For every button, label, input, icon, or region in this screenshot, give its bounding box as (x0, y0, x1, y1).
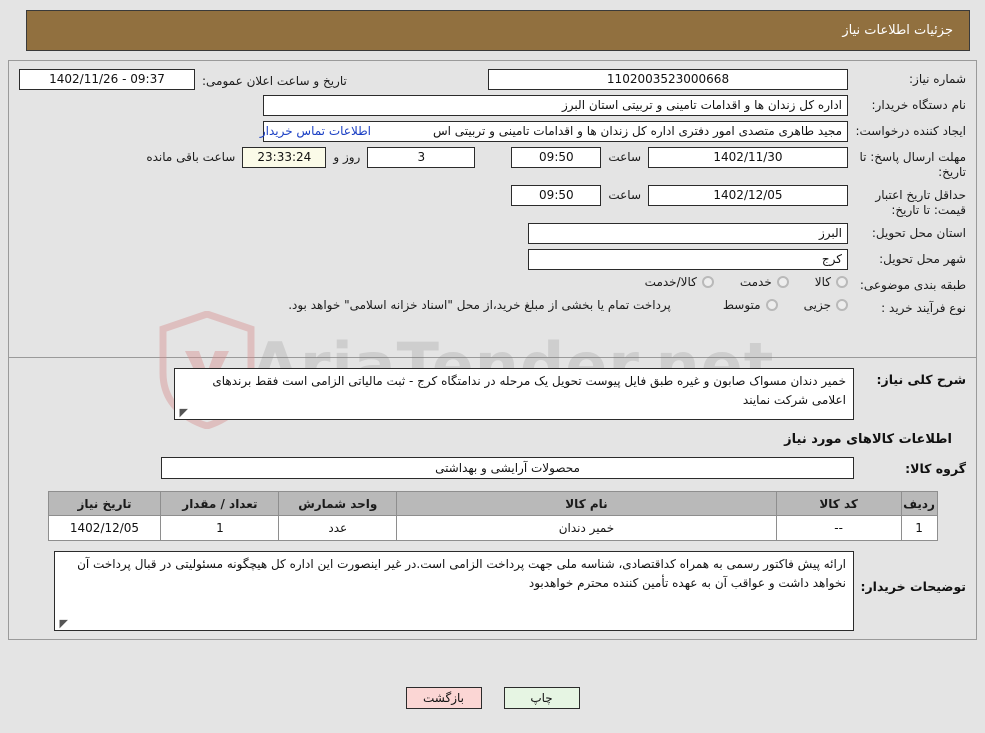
response-time-label: ساعت (608, 150, 641, 164)
goods-info-section: شرح کلی نیاز: خمیر دندان مسواک صابون و غ… (9, 357, 976, 639)
cell-qty: 1 (160, 515, 280, 541)
response-deadline-time: 09:50 (511, 147, 602, 168)
province-value: البرز (528, 223, 848, 244)
resize-handle-icon[interactable]: ◤ (57, 618, 68, 629)
buyer-org-value: اداره کل زندان ها و اقدامات تامینی و ترب… (263, 95, 848, 116)
row-price-validity: حداقل تاریخ اعتبار قیمت: تا تاریخ: 1402/… (19, 185, 966, 218)
process-radio-motevaset[interactable]: متوسط (723, 298, 778, 312)
row-province: استان محل تحویل: البرز (19, 223, 966, 244)
category-option-0-label: کالا (814, 275, 831, 289)
category-radio-group: کالا خدمت کالا/خدمت (619, 275, 848, 289)
cell-name: خمیر دندان (396, 515, 777, 541)
row-creator: ایجاد کننده درخواست: مجید طاهری متصدی ام… (19, 121, 966, 142)
row-city: شهر محل تحویل: کرج (19, 249, 966, 270)
cell-code: -- (775, 515, 902, 541)
category-option-2-label: کالا/خدمت (644, 275, 697, 289)
table-header-row: ردیف کد کالا نام کالا واحد شمارش تعداد /… (47, 491, 938, 516)
remaining-days-value: 3 (367, 147, 476, 168)
buyer-notes-label: توضیحات خریدار: (860, 579, 966, 594)
print-button[interactable]: چاپ (503, 687, 580, 709)
remaining-suffix-label: ساعت باقی مانده (146, 150, 236, 164)
price-validity-time: 09:50 (511, 185, 602, 206)
need-number-value: 1102003523000668 (488, 69, 848, 90)
footer-buttons: چاپ بازگشت (0, 687, 985, 709)
th-radif: ردیف (900, 491, 938, 516)
radio-circle-icon (836, 299, 848, 311)
description-textarea[interactable]: خمیر دندان مسواک صابون و غیره طبق فایل پ… (174, 368, 854, 420)
row-need-number: شماره نیاز: 1102003523000668 تاریخ و ساع… (19, 69, 966, 90)
need-info-section: AriaTender.net شماره نیاز: 1102003523000… (9, 61, 976, 429)
remaining-time-countdown: 23:33:24 (242, 147, 327, 168)
response-deadline-label: مهلت ارسال پاسخ: تا تاریخ: (859, 150, 966, 179)
page-header: جزئیات اطلاعات نیاز (26, 10, 970, 51)
creator-label: ایجاد کننده درخواست: (855, 124, 966, 138)
announce-group: تاریخ و ساعت اعلان عمومی: 09:37 - 1402/1… (19, 69, 354, 90)
th-qty: تعداد / مقدار (160, 491, 280, 516)
main-panel: AriaTender.net شماره نیاز: 1102003523000… (8, 60, 977, 640)
goods-group-value: محصولات آرایشی و بهداشتی (161, 457, 854, 479)
th-unit: واحد شمارش (278, 491, 398, 516)
buyer-notes-textarea[interactable]: ارائه پیش فاکتور رسمی به همراه کداقتصادی… (54, 551, 854, 631)
price-validity-time-label: ساعت (608, 188, 641, 202)
announce-label: تاریخ و ساعت اعلان عمومی: (202, 74, 347, 88)
category-label: طبقه بندی موضوعی: (859, 278, 966, 292)
tender-detail-page: جزئیات اطلاعات نیاز AriaTender.net شماره… (0, 0, 985, 733)
process-note: پرداخت تمام یا بخشی از مبلغ خرید،از محل … (288, 298, 671, 312)
row-buyer-notes: توضیحات خریدار: ارائه پیش فاکتور رسمی به… (19, 551, 966, 631)
goods-table: ردیف کد کالا نام کالا واحد شمارش تعداد /… (47, 491, 938, 541)
description-label: شرح کلی نیاز: (876, 372, 966, 387)
th-name: نام کالا (396, 491, 777, 516)
buyer-org-label: نام دستگاه خریدار: (871, 98, 967, 112)
resize-handle-icon[interactable]: ◤ (177, 407, 188, 418)
radio-circle-icon (776, 276, 789, 288)
category-radio-kala-khadamat[interactable]: کالا/خدمت (645, 275, 714, 289)
th-date: تاریخ نیاز (47, 491, 162, 516)
cell-unit: عدد (278, 515, 398, 541)
need-number-label: شماره نیاز: (909, 72, 966, 86)
days-and-label: روز و (333, 150, 361, 164)
row-goods-group: گروه کالا: محصولات آرایشی و بهداشتی (19, 457, 966, 479)
price-validity-date: 1402/12/05 (648, 185, 848, 206)
buyer-notes-value: ارائه پیش فاکتور رسمی به همراه کداقتصادی… (77, 557, 846, 590)
row-process-type: نوع فرآیند خرید : جزیی متوسط پرداخت تمام… (19, 298, 966, 316)
radio-circle-icon (836, 276, 848, 288)
city-value: کرج (528, 249, 848, 270)
back-button[interactable]: بازگشت (405, 687, 482, 709)
province-label: استان محل تحویل: (871, 226, 966, 240)
radio-circle-icon (765, 299, 778, 311)
category-option-1-label: خدمت (739, 275, 772, 289)
category-radio-khadamat[interactable]: خدمت (740, 275, 789, 289)
page-title: جزئیات اطلاعات نیاز (842, 23, 953, 38)
cell-date: 1402/12/05 (47, 515, 162, 541)
buyer-contact-link[interactable]: اطلاعات تماس خریدار (260, 121, 379, 138)
cell-radif: 1 (900, 515, 938, 541)
table-row: 1 -- خمیر دندان عدد 1 1402/12/05 (47, 515, 938, 541)
process-option-0-label: جزیی (803, 298, 831, 312)
description-value: خمیر دندان مسواک صابون و غیره طبق فایل پ… (212, 374, 846, 407)
row-buyer-org: نام دستگاه خریدار: اداره کل زندان ها و ا… (19, 95, 966, 116)
row-response-deadline: مهلت ارسال پاسخ: تا تاریخ: 1402/11/30 سا… (19, 147, 966, 180)
th-code: کد کالا (775, 491, 902, 516)
price-validity-label: حداقل تاریخ اعتبار قیمت: تا تاریخ: (875, 188, 966, 217)
process-option-1-label: متوسط (722, 298, 761, 312)
response-deadline-date: 1402/11/30 (648, 147, 848, 168)
goods-section-title: اطلاعات کالاهای مورد نیاز (784, 432, 952, 447)
row-category: طبقه بندی موضوعی: کالا خدمت کالا/خدمت (19, 275, 966, 293)
announce-value: 09:37 - 1402/11/26 (19, 69, 195, 90)
row-description: شرح کلی نیاز: خمیر دندان مسواک صابون و غ… (19, 368, 966, 420)
process-radio-group: جزیی متوسط (697, 298, 848, 312)
radio-circle-icon (701, 276, 714, 288)
process-label: نوع فرآیند خرید : (881, 301, 966, 315)
process-radio-jozei[interactable]: جزیی (804, 298, 848, 312)
goods-group-label: گروه کالا: (905, 460, 966, 476)
city-label: شهر محل تحویل: (879, 252, 966, 266)
category-radio-kala[interactable]: کالا (815, 275, 848, 289)
